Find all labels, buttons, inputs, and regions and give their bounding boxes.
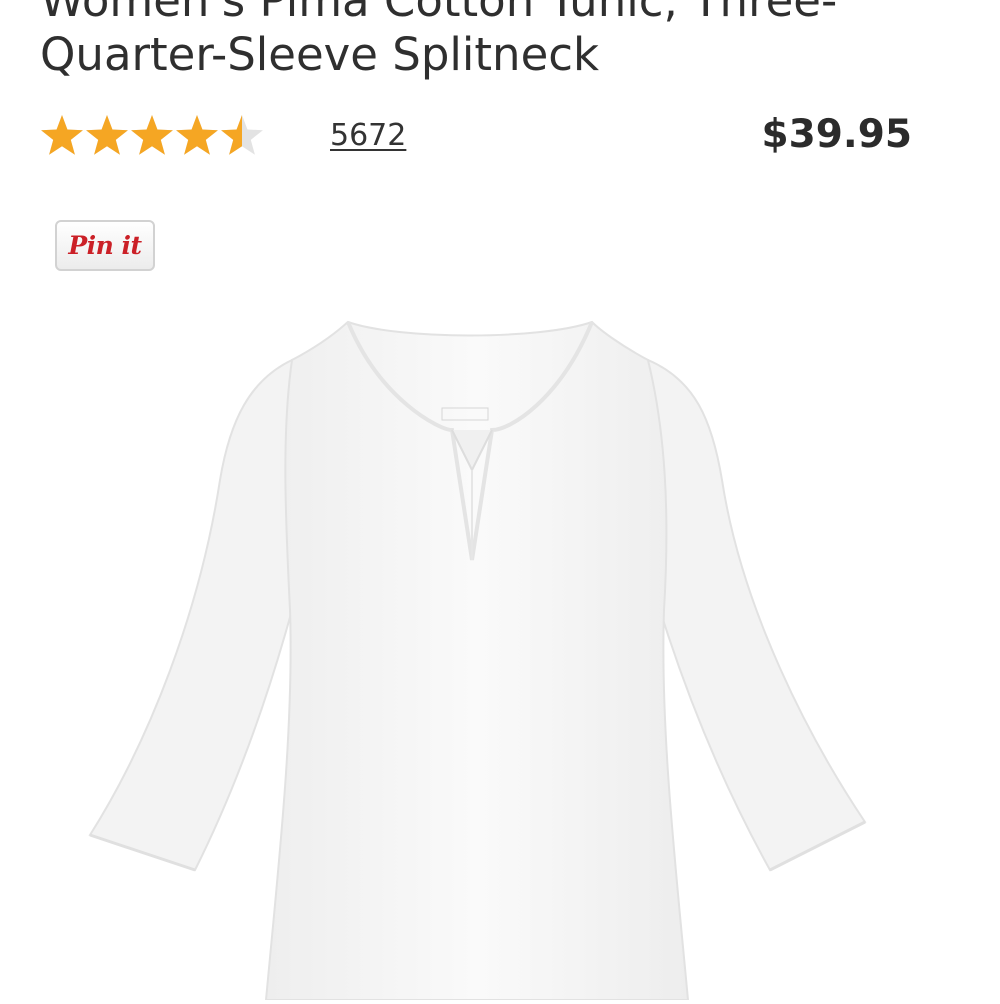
product-price: $39.95 [761, 112, 913, 157]
left-sleeve [88, 358, 293, 872]
star-rating[interactable] [40, 112, 265, 158]
pin-it-label: Pin it [68, 231, 142, 260]
star-full-icon [176, 115, 218, 155]
star-full-icon [86, 115, 128, 155]
star-full-icon [41, 115, 83, 155]
review-count-link[interactable]: 5672 [330, 118, 406, 153]
rating-row: 5672 $39.95 [40, 108, 912, 164]
product-title-line-1: Women's Pima Cotton Tunic, Three- [40, 0, 838, 27]
product-title-line-2: Quarter-Sleeve Splitneck [40, 28, 600, 81]
product-image [80, 310, 880, 1001]
pin-it-button[interactable]: Pin it [55, 220, 155, 271]
product-title: Women's Pima Cotton Tunic, Three- Quarte… [40, 0, 980, 82]
shirt-body [264, 320, 690, 1001]
right-sleeve [646, 358, 867, 872]
star-full-icon [131, 115, 173, 155]
